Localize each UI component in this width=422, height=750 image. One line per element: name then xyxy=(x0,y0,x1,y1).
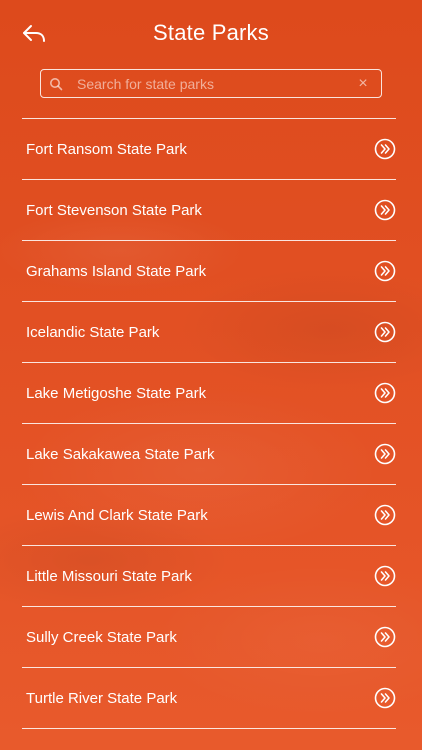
double-chevron-right-icon[interactable] xyxy=(374,138,396,160)
list-item[interactable]: Fort Ransom State Park xyxy=(22,119,396,179)
park-name: Sully Creek State Park xyxy=(26,628,177,646)
park-name: Grahams Island State Park xyxy=(26,262,207,280)
park-name: Turtle River State Park xyxy=(26,689,178,707)
search-input[interactable] xyxy=(71,70,345,97)
double-chevron-right-icon[interactable] xyxy=(374,443,396,465)
double-chevron-right-icon[interactable] xyxy=(374,382,396,404)
double-chevron-right-icon[interactable] xyxy=(374,504,396,526)
park-name: Lake Metigoshe State Park xyxy=(26,384,207,402)
list-item[interactable]: Fort Stevenson State Park xyxy=(22,180,396,240)
search-icon xyxy=(41,70,71,97)
list-item[interactable]: Little Missouri State Park xyxy=(22,546,396,606)
list-item[interactable]: Lake Sakakawea State Park xyxy=(22,424,396,484)
list-item[interactable]: Lake Metigoshe State Park xyxy=(22,363,396,423)
park-name: Icelandic State Park xyxy=(26,323,160,341)
search-bar: × xyxy=(40,69,382,98)
double-chevron-right-icon[interactable] xyxy=(374,626,396,648)
clear-search-button[interactable]: × xyxy=(345,70,381,97)
list-item[interactable]: Sully Creek State Park xyxy=(22,607,396,667)
close-icon: × xyxy=(358,74,368,92)
park-list: Fort Ransom State Park Fort Stevenson Sta… xyxy=(22,118,396,729)
double-chevron-right-icon[interactable] xyxy=(374,687,396,709)
park-name: Little Missouri State Park xyxy=(26,567,192,585)
list-item[interactable]: Icelandic State Park xyxy=(22,302,396,362)
list-item[interactable]: Grahams Island State Park xyxy=(22,241,396,301)
double-chevron-right-icon[interactable] xyxy=(374,321,396,343)
park-name: Lewis And Clark State Park xyxy=(26,506,208,524)
park-name: Fort Ransom State Park xyxy=(26,140,187,158)
double-chevron-right-icon[interactable] xyxy=(374,260,396,282)
list-item[interactable]: Lewis And Clark State Park xyxy=(22,485,396,545)
park-name: Lake Sakakawea State Park xyxy=(26,445,215,463)
page-title: State Parks xyxy=(153,20,269,45)
double-chevron-right-icon[interactable] xyxy=(374,565,396,587)
list-item[interactable]: Turtle River State Park xyxy=(22,668,396,728)
list-divider xyxy=(22,728,396,729)
park-name: Fort Stevenson State Park xyxy=(26,201,202,219)
header: State Parks xyxy=(0,0,422,64)
double-chevron-right-icon[interactable] xyxy=(374,199,396,221)
